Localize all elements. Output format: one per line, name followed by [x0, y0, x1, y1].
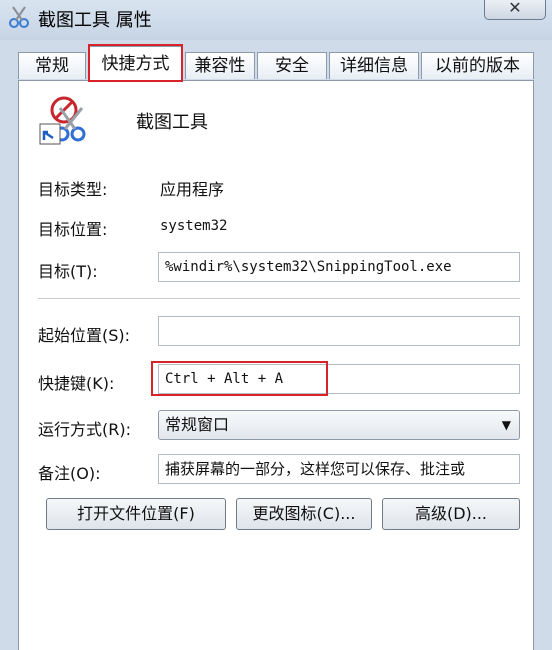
- app-name: 截图工具: [136, 112, 208, 133]
- close-icon: ✕: [508, 0, 522, 17]
- tab-general[interactable]: 常规: [18, 52, 86, 79]
- chevron-down-icon: ▼: [501, 418, 511, 432]
- tab-details[interactable]: 详细信息: [329, 52, 419, 79]
- target-location-value: system32: [160, 218, 228, 234]
- tab-shortcut[interactable]: 快捷方式: [88, 46, 183, 81]
- hotkey-field[interactable]: Ctrl + Alt + A: [158, 364, 520, 394]
- title-bar: 截图工具 属性 ✕: [0, 0, 552, 40]
- scissors-icon: [39, 96, 86, 145]
- target-field[interactable]: %windir%\system32\SnippingTool.exe: [158, 252, 520, 282]
- advanced-button[interactable]: 高级(D)...: [382, 498, 520, 530]
- tab-previous-versions[interactable]: 以前的版本: [421, 52, 534, 79]
- comment-label: 备注(O):: [38, 464, 101, 483]
- open-file-location-button[interactable]: 打开文件位置(F): [46, 498, 226, 530]
- scissors-icon: [9, 6, 29, 28]
- start-in-field[interactable]: [158, 316, 520, 346]
- tab-security[interactable]: 安全: [257, 52, 327, 79]
- run-select[interactable]: 常规窗口 ▼: [158, 410, 520, 440]
- target-type-label: 目标类型:: [38, 180, 108, 199]
- change-icon-button[interactable]: 更改图标(C)...: [236, 498, 372, 530]
- window-title: 截图工具 属性: [38, 10, 152, 31]
- run-label: 运行方式(R):: [38, 420, 131, 439]
- tab-compatibility[interactable]: 兼容性: [185, 52, 255, 79]
- tab-strip: 常规 快捷方式 兼容性 安全 详细信息 以前的版本: [0, 40, 552, 81]
- divider: [38, 298, 520, 299]
- target-label: 目标(T):: [38, 262, 98, 281]
- target-location-label: 目标位置:: [38, 220, 108, 239]
- hotkey-label: 快捷键(K):: [38, 374, 115, 393]
- run-select-value: 常规窗口: [165, 415, 230, 434]
- close-button[interactable]: ✕: [484, 0, 546, 20]
- target-type-value: 应用程序: [160, 180, 225, 199]
- comment-field[interactable]: 捕获屏幕的一部分，这样您可以保存、批注或: [158, 454, 520, 484]
- start-in-label: 起始位置(S):: [38, 326, 131, 345]
